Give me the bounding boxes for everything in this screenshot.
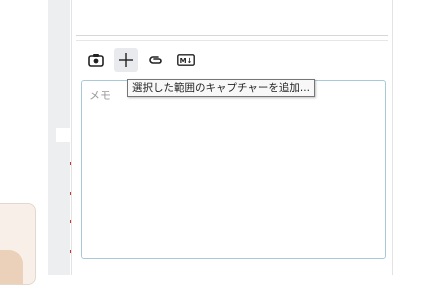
crosshair-icon <box>119 53 133 67</box>
memo-textarea[interactable] <box>81 80 386 259</box>
screenshot-button[interactable] <box>84 48 108 72</box>
capture-region-button[interactable] <box>114 48 138 72</box>
attach-button[interactable] <box>144 48 168 72</box>
markdown-button[interactable]: M↓ <box>174 48 198 72</box>
svg-text:M↓: M↓ <box>180 57 193 65</box>
left-thumbnail-card <box>0 203 36 285</box>
paperclip-icon <box>149 56 162 64</box>
capture-region-tooltip: 選択した範囲のキャプチャーを追加... <box>127 79 315 97</box>
page-gutter <box>48 0 73 275</box>
panel-divider <box>76 35 388 36</box>
camera-icon <box>88 54 104 67</box>
gutter-notch <box>56 128 70 142</box>
memo-toolbar: M↓ <box>84 48 198 72</box>
markdown-icon: M↓ <box>177 54 195 66</box>
panel-divider-secondary <box>76 40 388 41</box>
